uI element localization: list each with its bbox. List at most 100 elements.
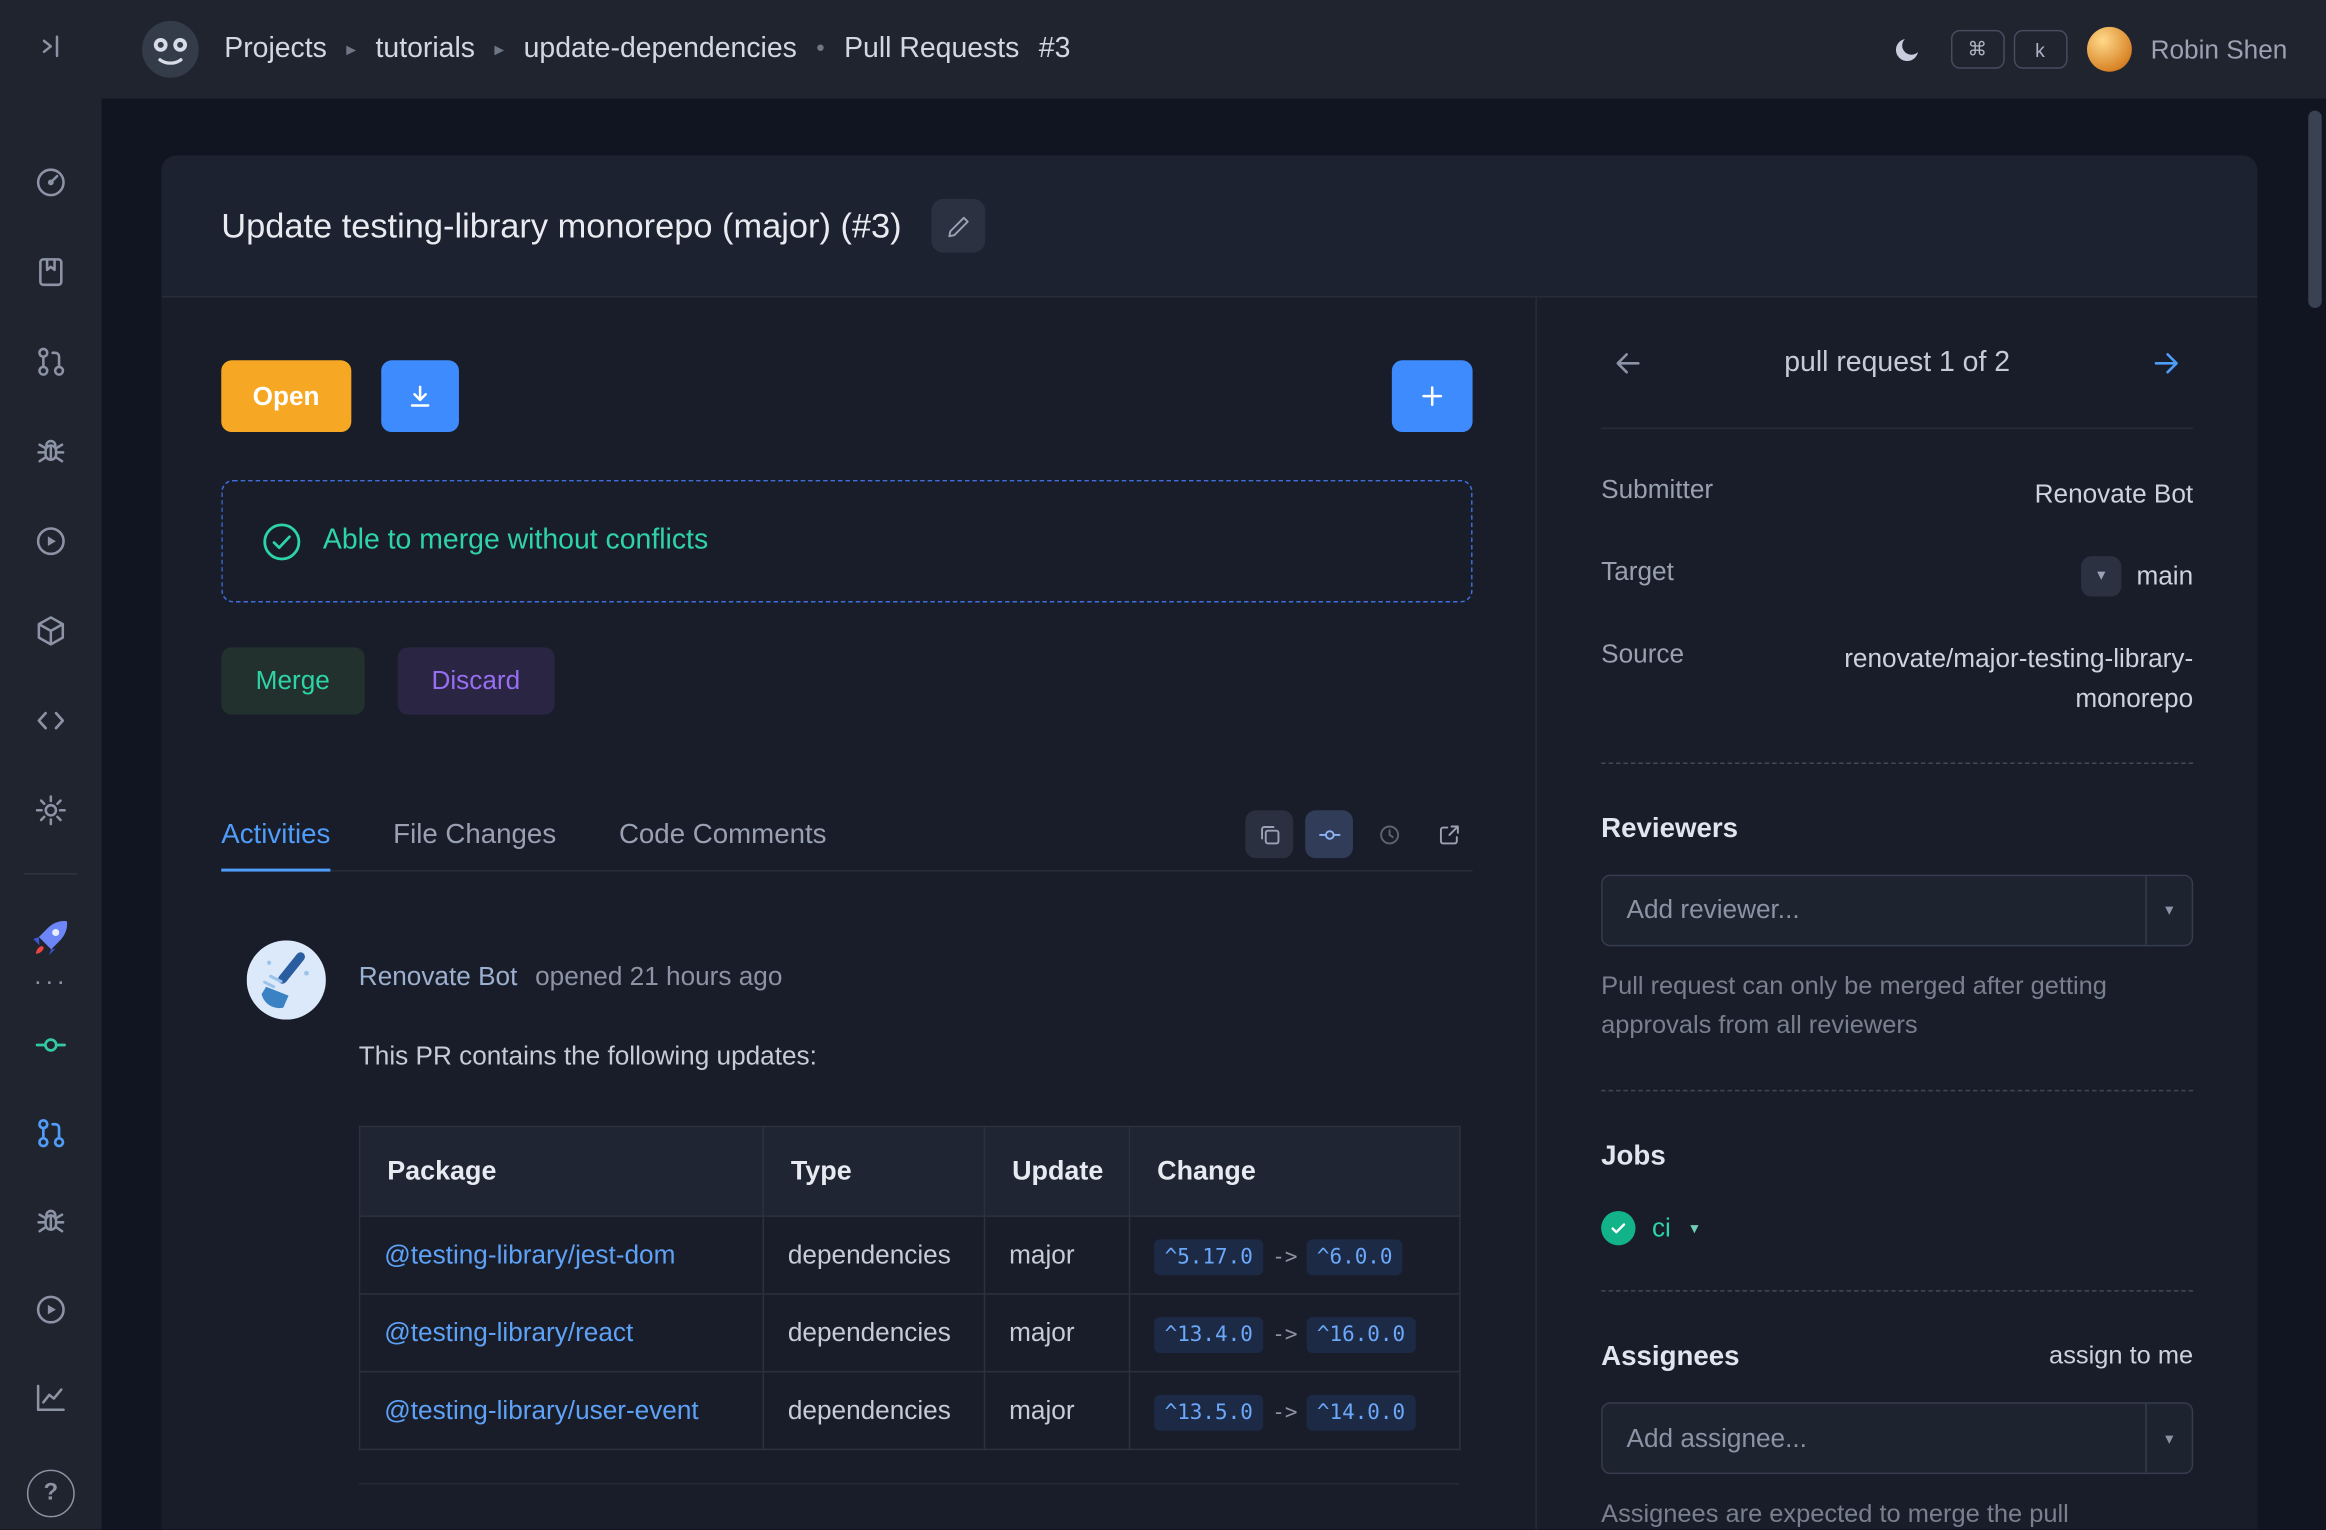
k-key: k xyxy=(2013,30,2067,69)
submitter-label: Submitter xyxy=(1601,474,1713,505)
package-link[interactable]: @testing-library/user-event xyxy=(384,1395,698,1425)
pr-title: Update testing-library monorepo (major) … xyxy=(221,206,901,246)
sidebar-item-dashboard[interactable] xyxy=(21,152,81,212)
sidebar-item-packages[interactable] xyxy=(21,601,81,661)
jobs-title: Jobs xyxy=(1601,1139,2193,1172)
pr-meta-fields: Submitter Renovate Bot Target ▾ main Sou… xyxy=(1601,474,2193,720)
tab-file-changes[interactable]: File Changes xyxy=(393,798,556,870)
pr-actions-row: Open xyxy=(221,360,1472,432)
activity-divider xyxy=(359,1483,1459,1484)
breadcrumb-pr-number[interactable]: #3 xyxy=(1039,33,1071,66)
download-patch-button[interactable] xyxy=(381,360,459,432)
tab-code-comments[interactable]: Code Comments xyxy=(619,798,827,870)
source-branch-name[interactable]: renovate/major-testing-library-monorepo xyxy=(1745,639,2194,720)
pr-tabs: Activities File Changes Code Comments xyxy=(221,798,1472,871)
version-change: ^5.17.0->^6.0.0 xyxy=(1129,1216,1459,1294)
open-in-new-button[interactable] xyxy=(1425,810,1473,858)
section-divider xyxy=(1601,1090,2193,1091)
diff-button[interactable] xyxy=(1245,810,1293,858)
assignees-header: Assignees assign to me xyxy=(1601,1340,2193,1373)
activity-item: Renovate Bot opened 21 hours ago This PR… xyxy=(221,940,1472,1484)
user-avatar[interactable] xyxy=(2086,27,2131,72)
docs-icon xyxy=(33,254,69,290)
pr-title-row: Update testing-library monorepo (major) … xyxy=(161,155,2257,297)
sidebar-item-settings[interactable] xyxy=(21,780,81,840)
page-scrollbar-thumb[interactable] xyxy=(2308,111,2321,308)
help-icon: ? xyxy=(44,1480,59,1507)
version-to: ^16.0.0 xyxy=(1306,1317,1415,1353)
broom-avatar-icon xyxy=(247,940,326,1019)
breadcrumb-projects[interactable]: Projects xyxy=(224,33,327,66)
version-from: ^13.5.0 xyxy=(1154,1395,1263,1431)
download-icon xyxy=(405,381,435,411)
sidebar-item-code[interactable] xyxy=(21,691,81,751)
edit-title-button[interactable] xyxy=(932,199,986,253)
theme-toggle-button[interactable] xyxy=(1883,25,1931,73)
next-pr-button[interactable] xyxy=(2139,336,2193,390)
job-ci-row[interactable]: ci ▾ xyxy=(1601,1211,2193,1245)
pr-pager: pull request 1 of 2 xyxy=(1601,298,2193,430)
sidebar-expand-button[interactable] xyxy=(21,16,81,76)
sidebar-project-nav xyxy=(21,1015,81,1428)
app-logo[interactable] xyxy=(141,19,201,79)
breadcrumb-repo[interactable]: update-dependencies xyxy=(524,33,797,66)
left-sidebar: ··· ? xyxy=(0,0,102,1529)
history-button[interactable] xyxy=(1365,810,1413,858)
project-item-builds[interactable] xyxy=(21,1280,81,1340)
project-item-issues[interactable] xyxy=(21,1192,81,1252)
sidebar-item-builds[interactable] xyxy=(21,511,81,571)
sidebar-item-docs[interactable] xyxy=(21,242,81,302)
breadcrumb-chevron-icon: ▸ xyxy=(346,37,356,61)
dep-type: dependencies xyxy=(763,1294,984,1372)
target-branch-dropdown[interactable]: ▾ xyxy=(2081,556,2121,596)
tab-activities[interactable]: Activities xyxy=(221,798,330,870)
version-change: ^13.4.0->^16.0.0 xyxy=(1129,1294,1459,1372)
user-name[interactable]: Robin Shen xyxy=(2151,34,2288,65)
arrow-left-icon xyxy=(1612,346,1645,379)
submitter-value[interactable]: Renovate Bot xyxy=(2035,474,2194,515)
version-from: ^5.17.0 xyxy=(1154,1239,1263,1275)
breadcrumb-section[interactable]: Pull Requests xyxy=(844,33,1019,66)
commits-button[interactable] xyxy=(1305,810,1353,858)
project-more-menu[interactable]: ··· xyxy=(34,967,68,997)
package-link[interactable]: @testing-library/jest-dom xyxy=(384,1239,675,1269)
project-item-pull-requests[interactable] xyxy=(21,1103,81,1163)
help-button[interactable]: ? xyxy=(27,1470,75,1518)
source-field: Source renovate/major-testing-library-mo… xyxy=(1601,639,2193,720)
project-item-commits[interactable] xyxy=(21,1015,81,1075)
assign-to-me-link[interactable]: assign to me xyxy=(2049,1341,2193,1371)
pr-decision-buttons: Merge Discard xyxy=(221,647,1472,714)
dep-type: dependencies xyxy=(763,1216,984,1294)
sidebar-main-nav xyxy=(21,152,81,840)
col-type: Type xyxy=(763,1126,984,1216)
activity-content: Renovate Bot opened 21 hours ago This PR… xyxy=(359,940,1473,1484)
merge-button[interactable]: Merge xyxy=(221,647,364,714)
sidebar-item-pull-requests[interactable] xyxy=(21,332,81,392)
breadcrumb-dot-icon: • xyxy=(816,36,824,63)
sidebar-item-issues[interactable] xyxy=(21,422,81,482)
arrow-right-icon xyxy=(2150,346,2183,379)
col-update: Update xyxy=(984,1126,1129,1216)
expand-panel-icon xyxy=(34,30,67,63)
package-link[interactable]: @testing-library/react xyxy=(384,1317,633,1347)
renovate-bot-avatar[interactable] xyxy=(247,940,326,1019)
project-item-statistics[interactable] xyxy=(21,1368,81,1428)
add-reviewer-select[interactable]: Add reviewer... ▾ xyxy=(1601,874,2193,946)
add-button[interactable] xyxy=(1392,360,1473,432)
discard-button[interactable]: Discard xyxy=(397,647,554,714)
project-avatar-tutorials[interactable] xyxy=(21,907,81,967)
breadcrumb-project[interactable]: tutorials xyxy=(376,33,475,66)
command-palette-shortcut[interactable]: ⌘ k xyxy=(1950,30,2067,69)
job-success-icon xyxy=(1601,1211,1635,1245)
update-kind: major xyxy=(984,1294,1129,1372)
merge-status-box: Able to merge without conflicts xyxy=(221,480,1472,603)
history-icon xyxy=(1376,822,1401,847)
activity-author-link[interactable]: Renovate Bot xyxy=(359,961,518,991)
rocket-icon xyxy=(28,915,73,960)
pr-state-badge: Open xyxy=(221,360,351,432)
commit-icon xyxy=(1316,822,1341,847)
previous-pr-button[interactable] xyxy=(1601,336,1655,390)
table-header-row: Package Type Update Change xyxy=(360,1126,1460,1216)
add-assignee-select[interactable]: Add assignee... ▾ xyxy=(1601,1403,2193,1475)
check-icon xyxy=(1609,1219,1628,1238)
